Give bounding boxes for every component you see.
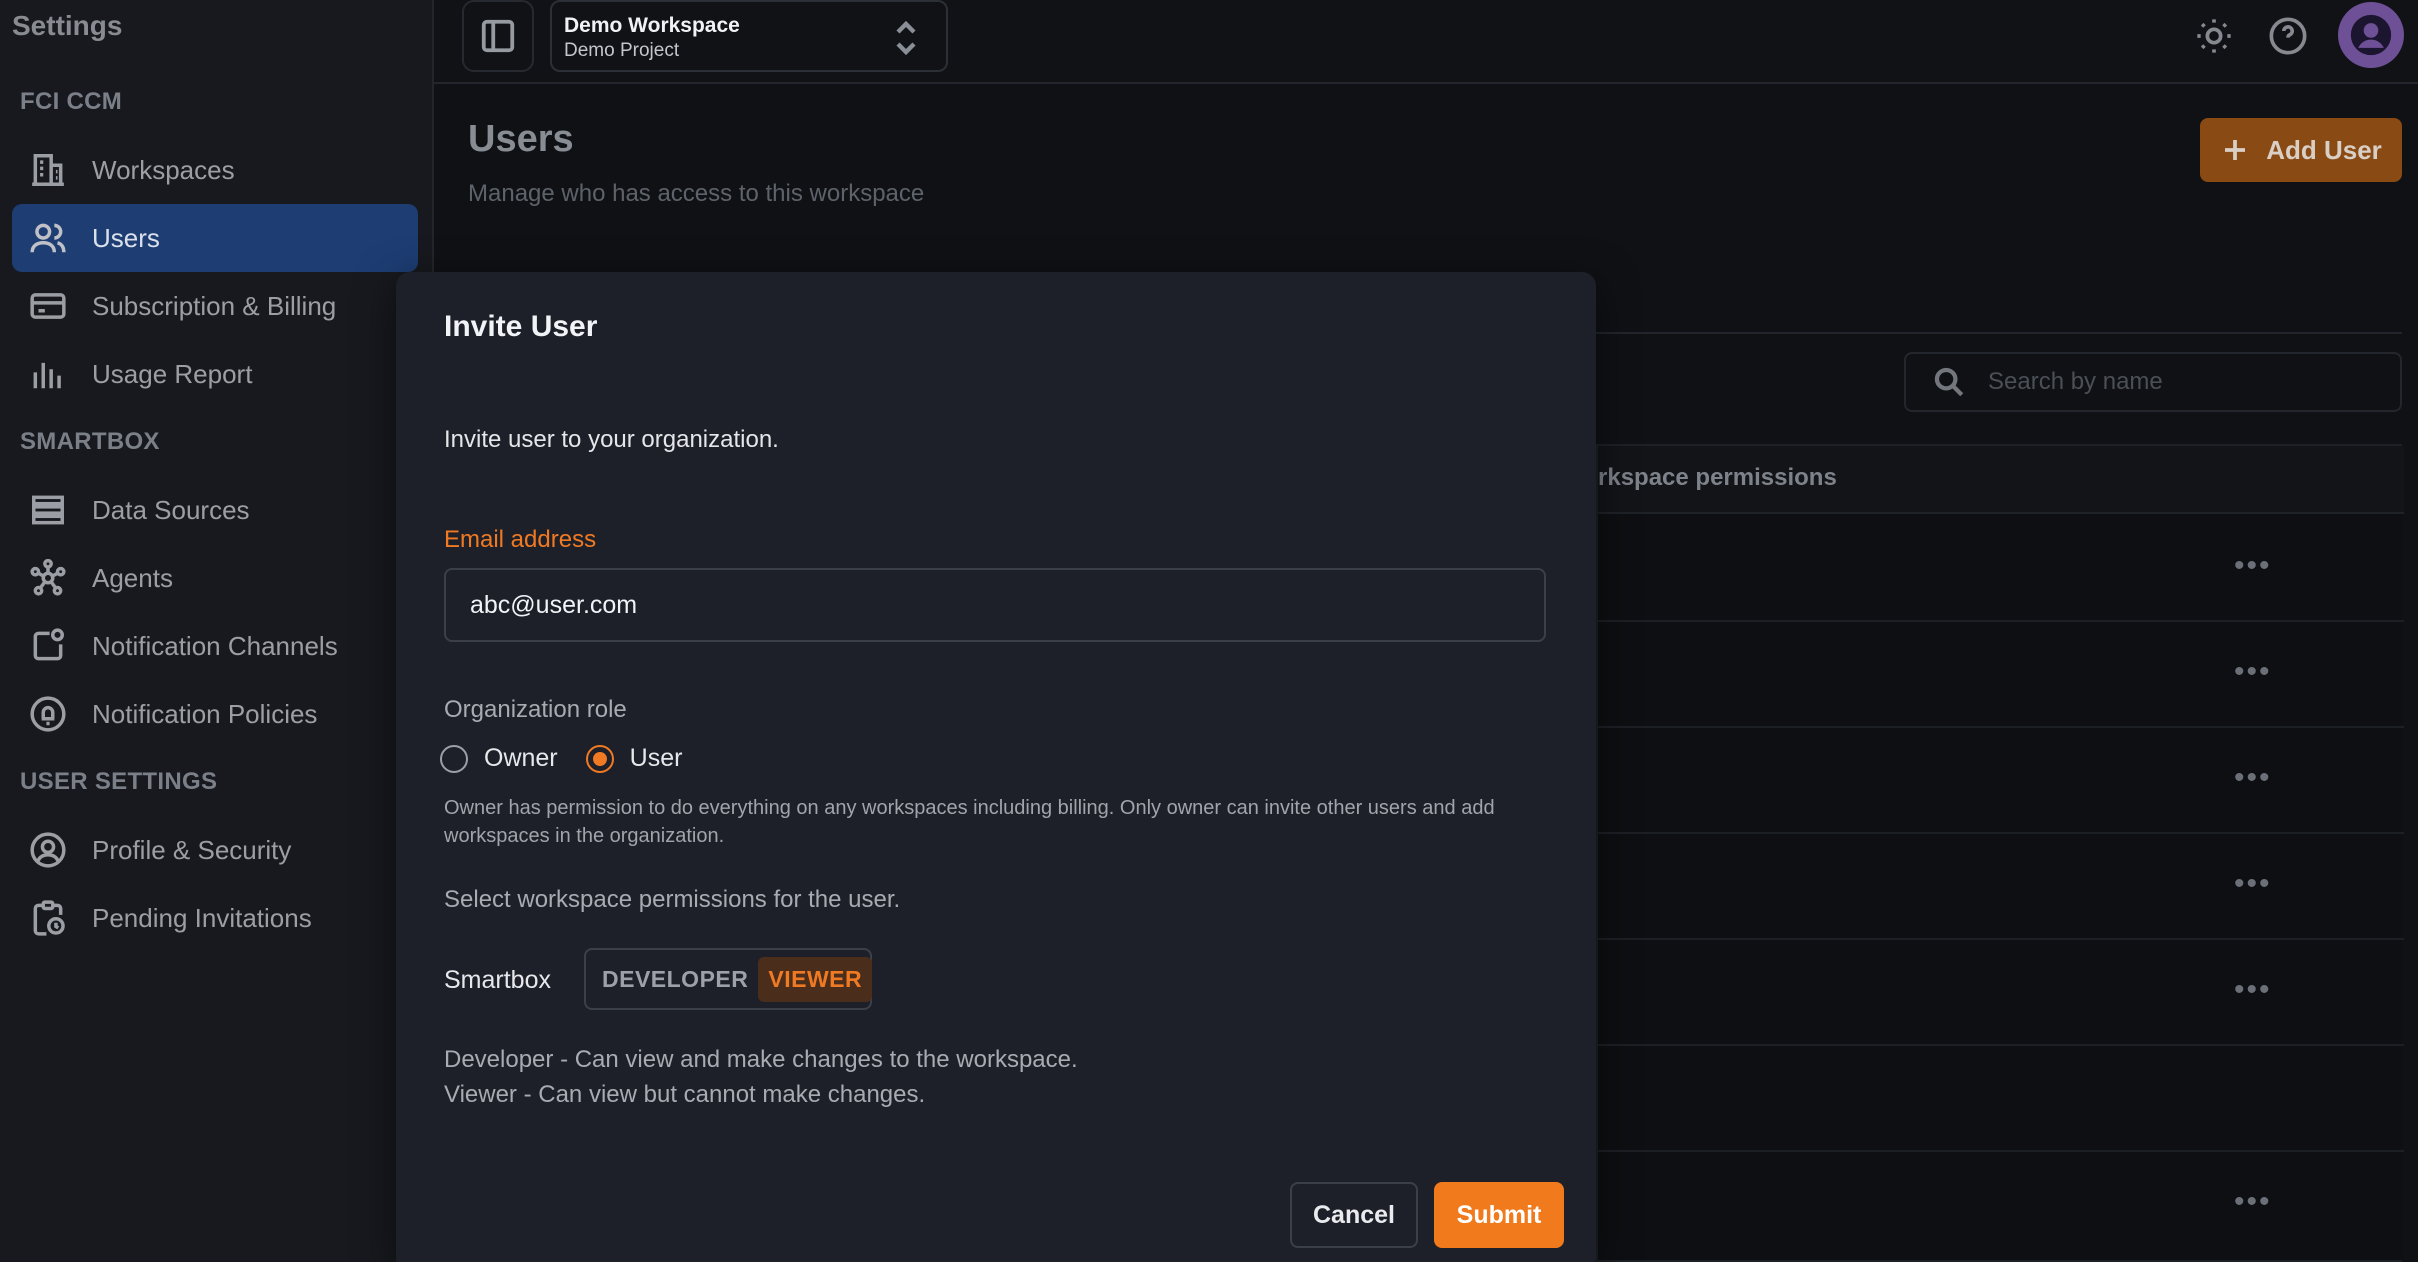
dialog-description: Invite user to your organization. xyxy=(444,426,779,453)
viewer-help-text: Viewer - Can view but cannot make change… xyxy=(444,1081,926,1108)
users-table: rkspace permissions ••• ••• ••• ••• ••• … xyxy=(1596,444,2404,1262)
sidebar-title: Settings xyxy=(12,10,123,41)
building-icon xyxy=(28,150,68,190)
table-row: ••• xyxy=(1598,1152,2404,1258)
chevron-up-down-icon xyxy=(894,18,918,58)
cancel-button[interactable]: Cancel xyxy=(1290,1182,1418,1248)
sun-icon xyxy=(2197,19,2231,53)
settings-sidebar: Settings FCI CCM Workspaces Users Subscr… xyxy=(0,0,434,1262)
sidebar-item-label: Notification Policies xyxy=(92,698,318,729)
bell-shield-icon xyxy=(28,694,68,734)
clipboard-clock-icon xyxy=(28,898,68,938)
section-title-fci-ccm: FCI CCM xyxy=(20,88,123,115)
sidebar-item-data-sources[interactable]: Data Sources xyxy=(12,476,418,544)
user-avatar-button[interactable] xyxy=(2338,2,2404,68)
email-field[interactable] xyxy=(444,568,1546,642)
role-help-text: Owner has permission to do everything on… xyxy=(444,797,1495,847)
credit-card-icon xyxy=(28,286,68,326)
sidebar-item-label: Users xyxy=(92,222,160,253)
theme-toggle-button[interactable] xyxy=(2192,14,2236,58)
role-radio-user[interactable]: User xyxy=(585,744,683,773)
row-actions-button[interactable]: ••• xyxy=(2234,869,2272,899)
permission-option-developer[interactable]: DEVELOPER xyxy=(592,957,758,1002)
help-button[interactable] xyxy=(2266,14,2310,58)
add-user-button[interactable]: Add User xyxy=(2200,118,2402,182)
column-header-workspace-permissions: rkspace permissions xyxy=(1598,464,1837,491)
sidebar-item-label: Pending Invitations xyxy=(92,902,312,933)
radio-circle xyxy=(440,744,468,773)
sidebar-toggle-button[interactable] xyxy=(462,0,534,72)
sidebar-item-pending-invitations[interactable]: Pending Invitations xyxy=(12,884,418,952)
page-title: Users xyxy=(468,118,574,160)
tabs-divider xyxy=(1596,332,2402,334)
organization-role-radio-group: Owner User xyxy=(440,744,710,773)
sidebar-item-profile-security[interactable]: Profile & Security xyxy=(12,816,418,884)
radio-label: Owner xyxy=(484,744,558,772)
table-row: ••• xyxy=(1598,940,2404,1046)
table-row xyxy=(1598,1046,2404,1152)
bar-chart-icon xyxy=(28,354,68,394)
sidebar-item-usage-report[interactable]: Usage Report xyxy=(12,340,418,408)
role-radio-owner[interactable]: Owner xyxy=(440,744,558,773)
sidebar-item-workspaces[interactable]: Workspaces xyxy=(12,136,418,204)
email-label: Email address xyxy=(444,526,597,553)
project-name: Demo Project xyxy=(564,40,680,61)
row-actions-button[interactable]: ••• xyxy=(2234,1187,2272,1217)
sidebar-item-label: Agents xyxy=(92,562,173,593)
sidebar-item-users[interactable]: Users xyxy=(12,204,418,272)
row-actions-button[interactable]: ••• xyxy=(2234,657,2272,687)
submit-button[interactable]: Submit xyxy=(1434,1182,1564,1248)
avatar-icon xyxy=(2350,14,2392,56)
developer-help-text: Developer - Can view and make changes to… xyxy=(444,1046,1078,1073)
organization-role-label: Organization role xyxy=(444,696,627,723)
smartbox-label: Smartbox xyxy=(444,966,551,994)
section-title-user-settings: USER SETTINGS xyxy=(20,768,218,795)
permission-option-viewer[interactable]: VIEWER xyxy=(758,956,873,1002)
invite-user-dialog: Invite User Invite user to your organiza… xyxy=(396,272,1596,1262)
dialog-title: Invite User xyxy=(444,310,598,343)
page-subtitle: Manage who has access to this workspace xyxy=(468,180,925,207)
sidebar-item-subscription-billing[interactable]: Subscription & Billing xyxy=(12,272,418,340)
radio-circle xyxy=(585,744,614,773)
table-row: ••• xyxy=(1598,516,2404,622)
sidebar-item-agents[interactable]: Agents xyxy=(12,544,418,612)
agents-hub-icon xyxy=(28,558,68,598)
table-header: rkspace permissions xyxy=(1598,446,2404,514)
user-circle-icon xyxy=(28,830,68,870)
workspace-permissions-label: Select workspace permissions for the use… xyxy=(444,886,901,913)
sidebar-item-notification-policies[interactable]: Notification Policies xyxy=(12,680,418,748)
row-actions-button[interactable]: ••• xyxy=(2234,975,2272,1005)
users-icon xyxy=(28,218,68,258)
add-user-label: Add User xyxy=(2266,134,2382,165)
sidebar-item-label: Data Sources xyxy=(92,494,250,525)
sidebar-item-label: Profile & Security xyxy=(92,834,292,865)
notification-channel-icon xyxy=(28,626,68,666)
sidebar-toggle-icon xyxy=(481,19,515,53)
workspace-name: Demo Workspace xyxy=(564,14,740,37)
search-placeholder: Search by name xyxy=(1988,368,2163,395)
table-row: ••• xyxy=(1598,622,2404,728)
search-icon xyxy=(1934,367,1964,397)
sidebar-item-label: Workspaces xyxy=(92,154,235,185)
radio-label: User xyxy=(629,744,683,772)
sidebar-item-label: Subscription & Billing xyxy=(92,290,337,321)
permission-toggle-group: DEVELOPER VIEWER xyxy=(584,948,873,1010)
table-row: ••• xyxy=(1598,834,2404,940)
sidebar-item-notification-channels[interactable]: Notification Channels xyxy=(12,612,418,680)
search-input[interactable]: Search by name xyxy=(1904,352,2402,412)
help-icon xyxy=(2269,17,2307,55)
table-row: ••• xyxy=(1598,728,2404,834)
sidebar-item-label: Usage Report xyxy=(92,358,253,389)
plus-icon xyxy=(2225,140,2246,160)
workspace-switcher[interactable]: Demo Workspace Demo Project xyxy=(550,0,948,72)
sidebar-item-label: Notification Channels xyxy=(92,630,338,661)
row-actions-button[interactable]: ••• xyxy=(2234,551,2272,581)
permission-help: Developer - Can view and make changes to… xyxy=(444,1042,1078,1112)
server-icon xyxy=(28,490,68,530)
row-actions-button[interactable]: ••• xyxy=(2234,763,2272,793)
section-title-smartbox: SMARTBOX xyxy=(20,428,160,455)
